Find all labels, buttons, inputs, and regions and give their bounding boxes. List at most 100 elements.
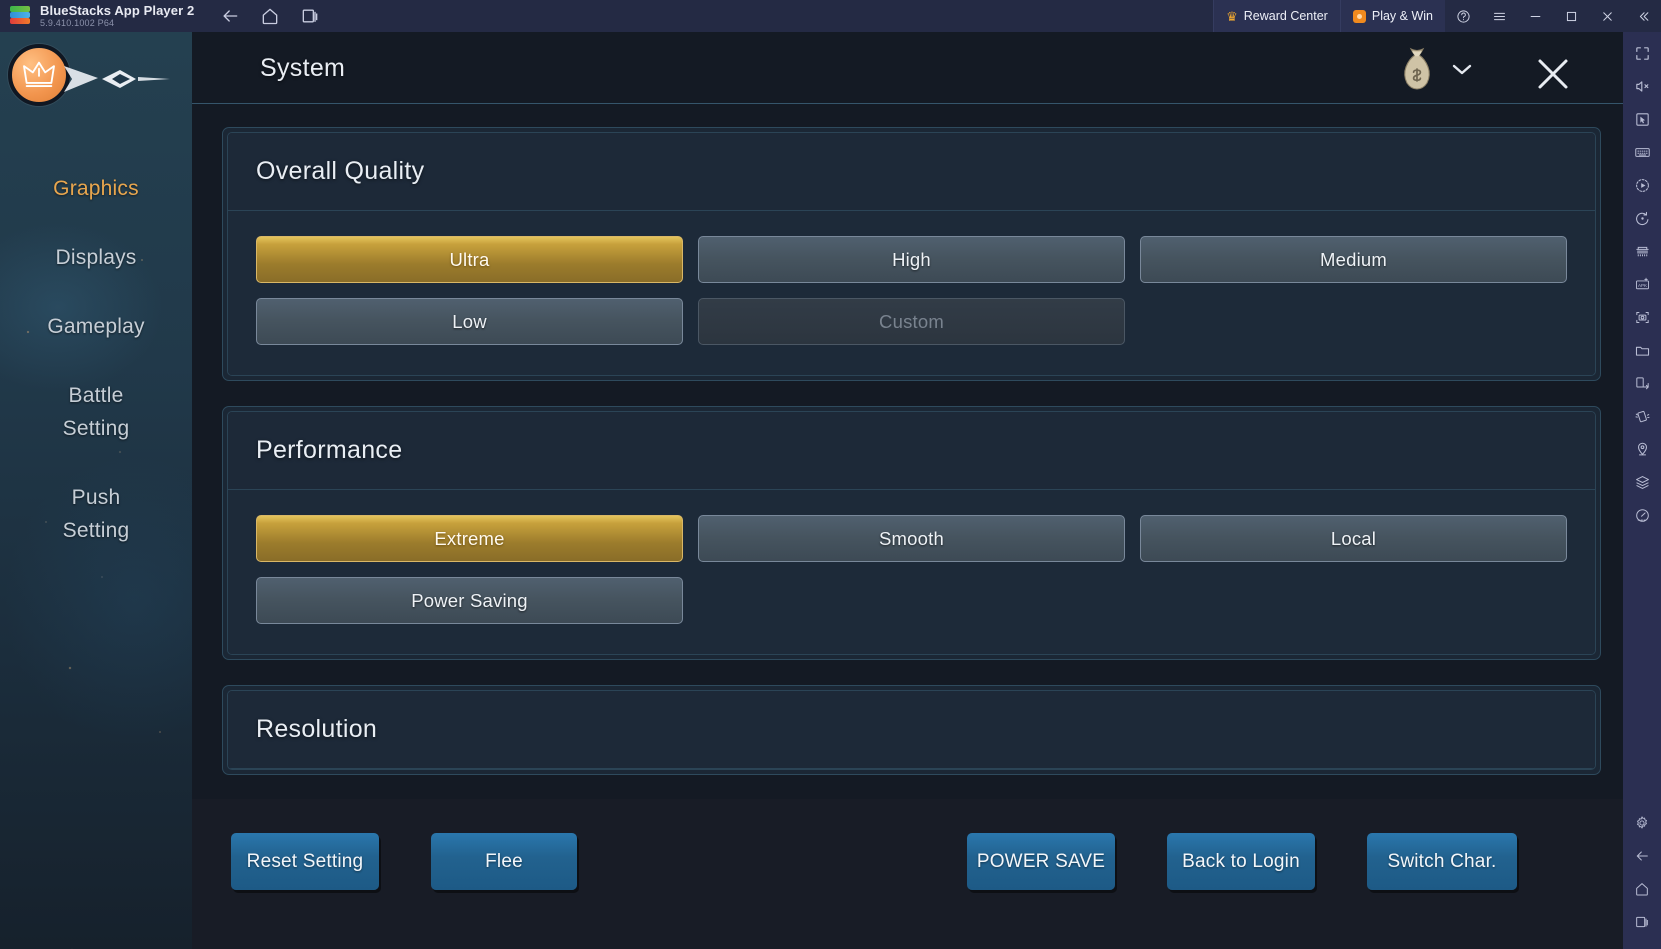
back-icon[interactable] (1629, 843, 1655, 869)
logo-banner-icon (62, 62, 172, 96)
section-performance: Performance Extreme Smooth Local Power S… (222, 406, 1601, 660)
option-label: Custom (879, 310, 944, 332)
game-viewport: Graphics Displays Gameplay Battle Settin… (0, 32, 1623, 949)
bluestacks-logo-icon (10, 6, 30, 26)
help-icon[interactable] (1445, 0, 1481, 32)
reward-center-button[interactable]: ♛ Reward Center (1213, 0, 1340, 32)
reset-setting-button[interactable]: Reset Setting (231, 833, 379, 890)
menu-icon[interactable] (1481, 0, 1517, 32)
sidebar-item-label: Displays (55, 246, 137, 269)
overall-quality-options: Ultra High Medium Low Custom (256, 236, 1567, 345)
play-and-win-label: Play & Win (1371, 9, 1433, 23)
home-icon[interactable] (1629, 876, 1655, 902)
window-buttons (1445, 0, 1661, 32)
settings-main: System Overall Quality Ultra High Medium… (192, 32, 1623, 949)
section-overall-quality: Overall Quality Ultra High Medium Low Cu… (222, 127, 1601, 381)
recents-icon[interactable] (1629, 909, 1655, 935)
sidebar-item-label-line1: Battle (68, 384, 124, 407)
recents-icon[interactable] (300, 6, 320, 26)
option-extreme[interactable]: Extreme (256, 515, 683, 562)
sidebar-item-battle-setting[interactable]: Battle Setting (0, 379, 192, 445)
settings-header: System (192, 32, 1623, 104)
keyboard-icon[interactable] (1629, 139, 1655, 165)
svg-text:APK: APK (1637, 282, 1646, 287)
option-ultra[interactable]: Ultra (256, 236, 683, 283)
fullscreen-icon[interactable] (1629, 40, 1655, 66)
settings-sidebar: Graphics Displays Gameplay Battle Settin… (0, 32, 192, 949)
titlebar-nav-icons (220, 6, 320, 26)
back-to-login-button[interactable]: Back to Login (1167, 833, 1315, 890)
option-label: Power Saving (411, 589, 528, 611)
screenshot-icon[interactable] (1629, 304, 1655, 330)
pointer-icon[interactable] (1629, 106, 1655, 132)
option-label: Medium (1320, 248, 1387, 270)
switch-char-button[interactable]: Switch Char. (1367, 833, 1517, 890)
option-medium[interactable]: Medium (1140, 236, 1567, 283)
gamepad-icon[interactable] (1629, 502, 1655, 528)
power-save-button[interactable]: POWER SAVE (967, 833, 1115, 890)
close-settings-button[interactable] (1531, 52, 1575, 96)
option-label: Extreme (434, 527, 505, 549)
bluestacks-tool-rail: APK (1623, 32, 1661, 949)
option-label: Low (452, 310, 487, 332)
sidebar-item-graphics[interactable]: Graphics (0, 172, 192, 205)
back-icon[interactable] (220, 6, 240, 26)
money-bag-icon (1404, 47, 1430, 90)
settings-footer: Reset Setting Flee POWER SAVE Back to Lo… (192, 799, 1623, 949)
option-smooth[interactable]: Smooth (698, 515, 1125, 562)
section-header: Overall Quality (228, 133, 1595, 211)
section-body: Ultra High Medium Low Custom (228, 211, 1595, 375)
multi-instance-icon[interactable] (1629, 238, 1655, 264)
play-win-badge-icon (1352, 9, 1366, 23)
settings-gear-icon[interactable] (1629, 810, 1655, 836)
section-title: Resolution (256, 715, 378, 743)
media-folder-icon[interactable] (1629, 337, 1655, 363)
section-resolution: Resolution (222, 685, 1601, 775)
crown-icon: ♛ (1226, 8, 1238, 24)
app-version: 5.9.410.1002 P64 (40, 17, 115, 28)
app-title: BlueStacks App Player 2 (40, 2, 195, 18)
option-power-saving[interactable]: Power Saving (256, 577, 683, 624)
option-low[interactable]: Low (256, 298, 683, 345)
collapse-icon[interactable] (1625, 0, 1661, 32)
chevron-down-icon (1451, 62, 1473, 76)
sidebar-item-displays[interactable]: Displays (0, 241, 192, 274)
sidebar-item-label: Graphics (53, 177, 139, 200)
option-custom: Custom (698, 298, 1125, 345)
section-header: Resolution (228, 691, 1595, 769)
mute-icon[interactable] (1629, 73, 1655, 99)
macro-record-icon[interactable] (1629, 172, 1655, 198)
rotate-icon[interactable] (1629, 205, 1655, 231)
minimize-icon[interactable] (1517, 0, 1553, 32)
flee-button[interactable]: Flee (431, 833, 577, 890)
titlebar-right-group: ♛ Reward Center Play & Win (1213, 0, 1661, 32)
sidebar-item-gameplay[interactable]: Gameplay (0, 310, 192, 343)
settings-scroll-area[interactable]: Overall Quality Ultra High Medium Low Cu… (192, 105, 1623, 799)
option-high[interactable]: High (698, 236, 1125, 283)
location-icon[interactable] (1629, 436, 1655, 462)
performance-options: Extreme Smooth Local Power Saving (256, 515, 1567, 624)
layers-icon[interactable] (1629, 469, 1655, 495)
option-label: Ultra (449, 248, 490, 270)
install-apk-icon[interactable]: APK (1629, 271, 1655, 297)
bluestacks-titlebar: BlueStacks App Player 2 5.9.410.1002 P64… (0, 0, 1661, 32)
sidebar-item-label-line2: Setting (62, 519, 130, 542)
section-header: Performance (228, 412, 1595, 490)
option-label: High (892, 248, 931, 270)
crown-logo-icon (8, 44, 70, 106)
option-label: Smooth (879, 527, 944, 549)
close-icon[interactable] (1589, 0, 1625, 32)
rotate-device-icon[interactable] (1629, 370, 1655, 396)
section-title: Performance (256, 436, 403, 464)
currency-dropdown[interactable] (1397, 47, 1473, 91)
app-title-block: BlueStacks App Player 2 5.9.410.1002 P64 (40, 4, 194, 28)
option-local[interactable]: Local (1140, 515, 1567, 562)
play-and-win-button[interactable]: Play & Win (1339, 0, 1445, 32)
sidebar-item-label: Gameplay (47, 315, 145, 338)
option-label: Local (1330, 527, 1377, 549)
maximize-icon[interactable] (1553, 0, 1589, 32)
shake-icon[interactable] (1629, 403, 1655, 429)
sidebar-item-push-setting[interactable]: Push Setting (0, 481, 192, 547)
home-icon[interactable] (260, 6, 280, 26)
game-logo (4, 38, 184, 110)
